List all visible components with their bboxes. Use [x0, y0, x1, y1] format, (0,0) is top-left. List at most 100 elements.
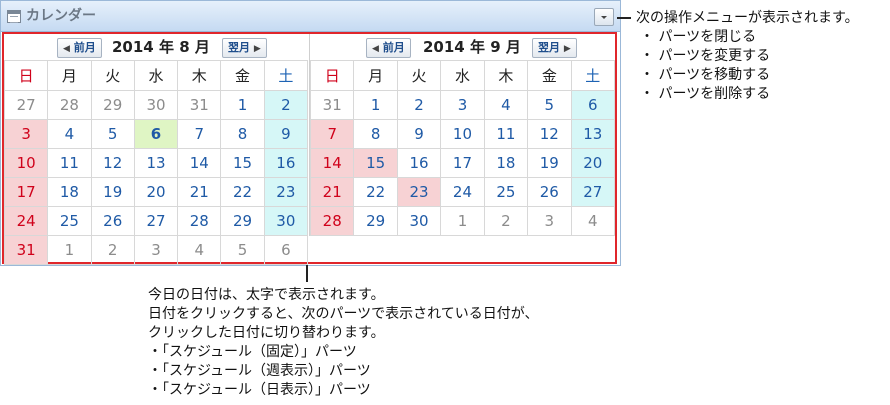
date-cell[interactable]: 22 — [220, 177, 265, 207]
date-cell[interactable]: 5 — [527, 90, 572, 120]
date-cell[interactable]: 1 — [47, 235, 92, 265]
date-cell[interactable]: 2 — [90, 235, 135, 265]
date-cell[interactable]: 22 — [353, 177, 398, 207]
date-cell[interactable]: 31 — [3, 235, 49, 265]
date-cell[interactable]: 29 — [90, 90, 135, 120]
date-cell[interactable]: 5 — [220, 235, 265, 265]
date-cell[interactable]: 21 — [177, 177, 222, 207]
date-cell[interactable]: 30 — [133, 90, 179, 120]
date-cell[interactable]: 31 — [309, 90, 355, 120]
prev-month-button[interactable]: ◀ 前月 — [366, 38, 411, 58]
date-cell[interactable]: 15 — [353, 148, 398, 178]
date-cell[interactable]: 19 — [527, 148, 572, 178]
date-cell[interactable]: 28 — [309, 206, 355, 236]
date-cell[interactable]: 16 — [263, 148, 309, 178]
date-cell[interactable]: 14 — [309, 148, 355, 178]
date-cell[interactable]: 17 — [3, 177, 49, 207]
date-cell[interactable]: 8 — [220, 119, 265, 149]
date-cell[interactable]: 20 — [570, 148, 616, 178]
next-month-button[interactable]: 翌月 ▶ — [532, 38, 577, 58]
month-title: 2014 年 9 月 — [423, 38, 521, 56]
next-month-button[interactable]: 翌月 ▶ — [222, 38, 267, 58]
annotation-heading: 次の操作メニューが表示されます。 — [636, 10, 859, 26]
date-cell[interactable]: 2 — [396, 90, 442, 120]
date-cell[interactable]: 25 — [47, 206, 92, 236]
date-cell[interactable]: 11 — [47, 148, 92, 178]
date-cell[interactable]: 10 — [440, 119, 485, 149]
calendar-grid: 日月火水木金土 31 1 2 3 4 5 6 7 8 9 10 11 12 13 14 15 16 17 18 19 2… — [309, 60, 616, 236]
week-row: 28 29 30 1 2 3 4 — [309, 206, 616, 236]
date-cell[interactable]: 19 — [90, 177, 135, 207]
date-cell[interactable]: 27 — [570, 177, 616, 207]
date-cell[interactable]: 30 — [396, 206, 442, 236]
annotation-item: ・ パーツを移動する — [640, 67, 771, 83]
date-cell[interactable]: 18 — [483, 148, 529, 178]
date-cell[interactable]: 24 — [440, 177, 485, 207]
part-title: カレンダー — [26, 8, 96, 24]
date-cell[interactable]: 7 — [177, 119, 222, 149]
date-cell[interactable]: 29 — [353, 206, 398, 236]
date-cell[interactable]: 3 — [440, 90, 485, 120]
date-cell[interactable]: 24 — [3, 206, 49, 236]
date-cell[interactable]: 5 — [90, 119, 135, 149]
part-menu-button[interactable] — [594, 8, 614, 26]
annotation-item: ・「スケジュール（週表示）」パーツ — [148, 363, 371, 379]
date-cell[interactable]: 12 — [90, 148, 135, 178]
date-cell[interactable]: 4 — [570, 206, 616, 236]
date-cell[interactable]: 28 — [177, 206, 222, 236]
date-cell[interactable]: 1 — [220, 90, 265, 120]
weekday-header: 火 — [396, 60, 442, 91]
date-cell[interactable]: 25 — [483, 177, 529, 207]
date-cell[interactable]: 9 — [396, 119, 442, 149]
date-cell[interactable]: 3 — [527, 206, 572, 236]
prev-month-button[interactable]: ◀ 前月 — [57, 38, 102, 58]
weekday-header: 木 — [177, 60, 222, 91]
date-cell[interactable]: 20 — [133, 177, 179, 207]
weekday-header: 月 — [353, 60, 398, 91]
date-cell[interactable]: 13 — [570, 119, 616, 149]
date-cell[interactable]: 14 — [177, 148, 222, 178]
date-cell[interactable]: 7 — [309, 119, 355, 149]
date-cell[interactable]: 17 — [440, 148, 485, 178]
date-cell[interactable]: 8 — [353, 119, 398, 149]
month-nav: ◀ 前月 2014 年 9 月 翌月 ▶ — [310, 34, 615, 60]
date-cell[interactable]: 16 — [396, 148, 442, 178]
date-cell[interactable]: 3 — [133, 235, 179, 265]
date-cell[interactable]: 6 — [133, 119, 179, 149]
date-cell[interactable]: 6 — [570, 90, 616, 120]
annotation-line: 今日の日付は、太字で表示されます。 — [148, 287, 385, 303]
date-cell[interactable]: 4 — [177, 235, 222, 265]
month-september: ◀ 前月 2014 年 9 月 翌月 ▶ 日月火水木金土 31 1 2 3 4 5 6 7 8 9… — [309, 34, 616, 236]
date-cell[interactable]: 10 — [3, 148, 49, 178]
date-cell[interactable]: 27 — [133, 206, 179, 236]
date-cell[interactable]: 18 — [47, 177, 92, 207]
date-cell[interactable]: 31 — [177, 90, 222, 120]
date-cell[interactable]: 15 — [220, 148, 265, 178]
date-cell[interactable]: 27 — [3, 90, 49, 120]
date-cell[interactable]: 12 — [527, 119, 572, 149]
date-cell[interactable]: 23 — [396, 177, 442, 207]
date-cell[interactable]: 11 — [483, 119, 529, 149]
date-cell[interactable]: 23 — [263, 177, 309, 207]
date-cell[interactable]: 4 — [47, 119, 92, 149]
date-cell[interactable]: 26 — [527, 177, 572, 207]
date-cell[interactable]: 21 — [309, 177, 355, 207]
date-cell[interactable]: 30 — [263, 206, 309, 236]
date-cell[interactable]: 4 — [483, 90, 529, 120]
date-cell[interactable]: 1 — [353, 90, 398, 120]
date-cell[interactable]: 9 — [263, 119, 309, 149]
date-cell[interactable]: 6 — [263, 235, 309, 265]
weekday-header: 日 — [309, 60, 355, 91]
date-cell[interactable]: 1 — [440, 206, 485, 236]
date-cell[interactable]: 26 — [90, 206, 135, 236]
date-cell[interactable]: 28 — [47, 90, 92, 120]
chevron-down-icon — [601, 16, 607, 19]
weekday-header: 水 — [440, 60, 485, 91]
date-cell[interactable]: 13 — [133, 148, 179, 178]
week-row: 27 28 29 30 31 1 2 — [3, 90, 309, 120]
date-cell[interactable]: 2 — [263, 90, 309, 120]
date-cell[interactable]: 29 — [220, 206, 265, 236]
date-cell[interactable]: 2 — [483, 206, 529, 236]
date-cell[interactable]: 3 — [3, 119, 49, 149]
calendar-icon — [7, 10, 21, 23]
